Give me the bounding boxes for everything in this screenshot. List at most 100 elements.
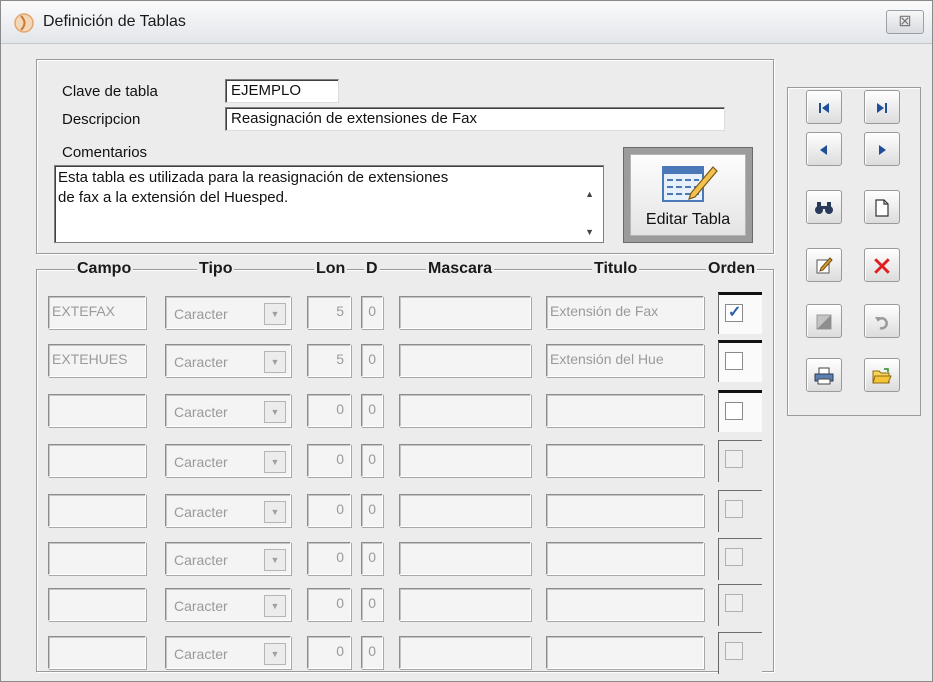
lon-field[interactable]: 0: [307, 542, 351, 575]
campo-field[interactable]: [48, 444, 146, 477]
campo-field[interactable]: [48, 394, 146, 427]
col-header-tipo: Tipo: [197, 260, 235, 278]
next-record-icon: [879, 145, 886, 155]
orden-checkbox[interactable]: [725, 450, 743, 468]
print-button[interactable]: [806, 358, 842, 392]
previous-record-button[interactable]: [806, 132, 842, 166]
col-header-titulo: Titulo: [592, 260, 640, 278]
first-record-button[interactable]: [806, 90, 842, 124]
titulo-field[interactable]: [546, 494, 704, 527]
last-record-button[interactable]: [864, 90, 900, 124]
lon-field[interactable]: 0: [307, 394, 351, 427]
binoculars-icon: [815, 202, 833, 214]
open-button[interactable]: [864, 358, 900, 392]
lon-field[interactable]: 0: [307, 636, 351, 669]
orden-checkbox[interactable]: [725, 594, 743, 612]
mascara-field[interactable]: [399, 344, 531, 377]
chevron-down-icon[interactable]: ▼: [264, 643, 286, 665]
titulo-field[interactable]: [546, 444, 704, 477]
lon-field[interactable]: 5: [307, 344, 351, 377]
tipo-select[interactable]: Caracter ▼: [165, 394, 291, 427]
d-field[interactable]: 0: [361, 636, 383, 669]
titulo-field[interactable]: [546, 588, 704, 621]
d-field[interactable]: 0: [361, 394, 383, 427]
col-header-d: D: [364, 260, 380, 278]
d-field[interactable]: 0: [361, 344, 383, 377]
last-record-icon: [877, 103, 887, 113]
mascara-field[interactable]: [399, 296, 531, 329]
orden-checkbox[interactable]: [725, 352, 743, 370]
orden-checkbox[interactable]: [725, 642, 743, 660]
scroll-up-arrow-icon[interactable]: ▲: [585, 184, 594, 204]
edit-table-label: Editar Tabla: [645, 211, 731, 228]
lon-field[interactable]: 5: [307, 296, 351, 329]
d-field[interactable]: 0: [361, 542, 383, 575]
chevron-down-icon[interactable]: ▼: [264, 501, 286, 523]
chevron-down-icon[interactable]: ▼: [264, 351, 286, 373]
mascara-field[interactable]: [399, 394, 531, 427]
tipo-select[interactable]: Caracter ▼: [165, 636, 291, 669]
chevron-down-icon[interactable]: ▼: [264, 401, 286, 423]
campo-field[interactable]: [48, 494, 146, 527]
lon-field[interactable]: 0: [307, 588, 351, 621]
mascara-field[interactable]: [399, 636, 531, 669]
tipo-select[interactable]: Caracter ▼: [165, 344, 291, 377]
find-button[interactable]: [806, 190, 842, 224]
lon-field[interactable]: 0: [307, 494, 351, 527]
navigation-toolbar: [787, 87, 921, 416]
delete-button[interactable]: [864, 248, 900, 282]
mascara-field[interactable]: [399, 444, 531, 477]
tipo-select[interactable]: Caracter ▼: [165, 588, 291, 621]
tipo-select[interactable]: Caracter ▼: [165, 444, 291, 477]
mascara-field[interactable]: [399, 588, 531, 621]
orden-cell: [718, 490, 762, 532]
titulo-field[interactable]: [546, 636, 704, 669]
new-button[interactable]: [864, 190, 900, 224]
d-field[interactable]: 0: [361, 588, 383, 621]
descripcion-field[interactable]: Reasignación de extensiones de Fax: [225, 107, 725, 131]
d-field[interactable]: 0: [361, 494, 383, 527]
tipo-select[interactable]: Caracter ▼: [165, 542, 291, 575]
titulo-field[interactable]: [546, 542, 704, 575]
window-title: Definición de Tablas: [43, 13, 186, 30]
chevron-down-icon[interactable]: ▼: [264, 549, 286, 571]
lon-field[interactable]: 0: [307, 444, 351, 477]
close-button[interactable]: ⊠: [886, 10, 924, 34]
edit-table-button[interactable]: Editar Tabla: [623, 147, 753, 243]
campo-field[interactable]: EXTEHUES: [48, 344, 146, 377]
tipo-value: Caracter: [174, 354, 228, 370]
save-icon: [816, 314, 832, 330]
titulo-field[interactable]: Extensión de Fax: [546, 296, 704, 329]
orden-checkbox[interactable]: [725, 548, 743, 566]
orden-checkbox[interactable]: [725, 500, 743, 518]
d-field[interactable]: 0: [361, 444, 383, 477]
edit-button[interactable]: [806, 248, 842, 282]
comentarios-field[interactable]: Esta tabla es utilizada para la reasigna…: [54, 165, 604, 243]
col-header-lon: Lon: [314, 260, 348, 278]
orden-checkbox[interactable]: [725, 302, 743, 322]
campo-field[interactable]: [48, 588, 146, 621]
campo-field[interactable]: [48, 636, 146, 669]
save-button[interactable]: [806, 304, 842, 338]
col-header-orden: Orden: [706, 260, 758, 278]
chevron-down-icon[interactable]: ▼: [264, 303, 286, 325]
d-field[interactable]: 0: [361, 296, 383, 329]
titulo-field[interactable]: Extensión del Hue: [546, 344, 704, 377]
undo-button[interactable]: [864, 304, 900, 338]
mascara-field[interactable]: [399, 494, 531, 527]
orden-checkbox[interactable]: [725, 402, 743, 420]
mascara-field[interactable]: [399, 542, 531, 575]
chevron-down-icon[interactable]: ▼: [264, 595, 286, 617]
titulo-field[interactable]: [546, 394, 704, 427]
tipo-select[interactable]: Caracter ▼: [165, 296, 291, 329]
scroll-down-arrow-icon[interactable]: ▼: [585, 222, 594, 242]
folder-open-icon: [872, 368, 892, 384]
campo-field[interactable]: EXTEFAX: [48, 296, 146, 329]
tipo-value: Caracter: [174, 598, 228, 614]
tipo-select[interactable]: Caracter ▼: [165, 494, 291, 527]
edit-table-button-face: Editar Tabla: [630, 154, 746, 236]
chevron-down-icon[interactable]: ▼: [264, 451, 286, 473]
next-record-button[interactable]: [864, 132, 900, 166]
campo-field[interactable]: [48, 542, 146, 575]
clave-field[interactable]: EJEMPLO: [225, 79, 339, 103]
